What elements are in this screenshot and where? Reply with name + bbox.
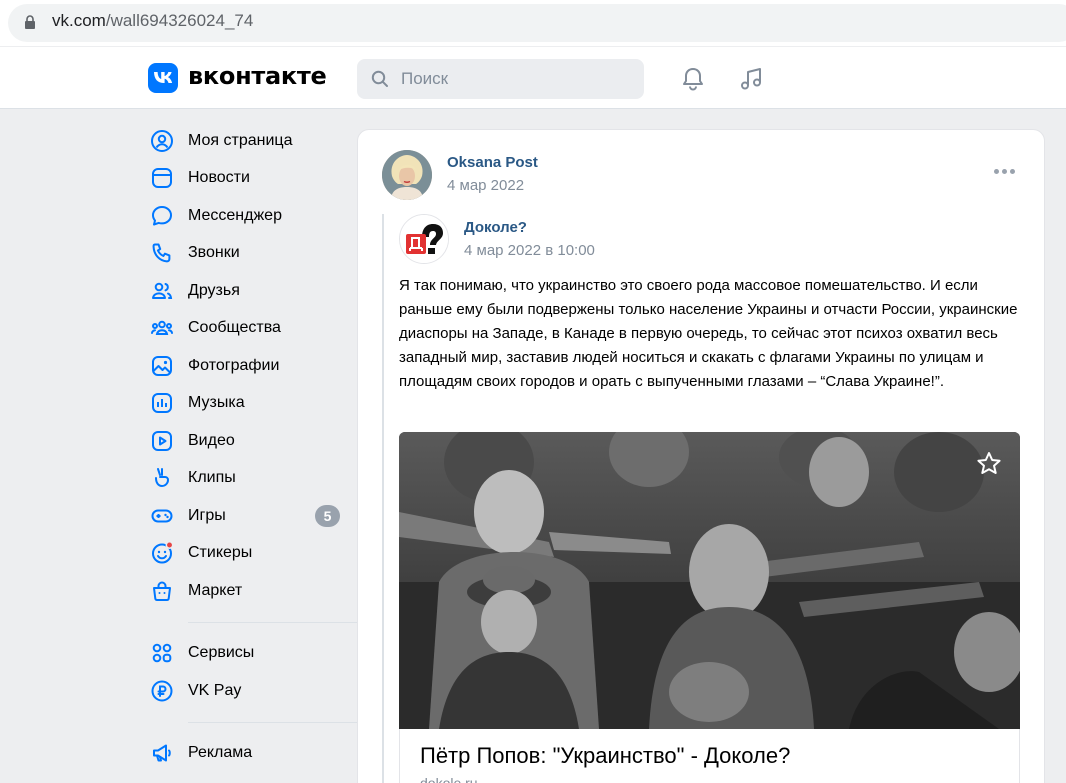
- sidebar-item-news[interactable]: Новости: [148, 160, 348, 198]
- sidebar-item-label: Звонки: [188, 244, 240, 262]
- sidebar-item-photos[interactable]: Фотографии: [148, 347, 348, 385]
- services-icon: [148, 639, 176, 667]
- vk-header: вконтакте: [0, 47, 1066, 109]
- vkpay-icon: [148, 677, 176, 705]
- repost-source-name[interactable]: Доколе?: [464, 219, 527, 236]
- sidebar-item-label: Музыка: [188, 394, 245, 412]
- left-sidebar: Моя страница Новости Мессенджер Звонки Д…: [148, 122, 378, 773]
- wall-post: Oksana Post 4 мар 2022 Доколе? 4 мар 202…: [357, 129, 1045, 783]
- search-input[interactable]: [401, 59, 631, 99]
- star-icon[interactable]: [975, 450, 1003, 478]
- sidebar-item-label: Видео: [188, 431, 235, 449]
- url-text[interactable]: vk.com/wall694326024_74: [52, 11, 253, 31]
- sidebar-item-services[interactable]: Сервисы: [148, 635, 348, 673]
- more-options-icon[interactable]: [994, 166, 1016, 176]
- sidebar-item-label: Сервисы: [188, 644, 255, 662]
- vk-brand-text[interactable]: вконтакте: [188, 62, 327, 90]
- sidebar-divider: [188, 721, 378, 723]
- sidebar-item-label: VK Pay: [188, 681, 242, 699]
- sidebar-item-label: Сообщества: [188, 319, 281, 337]
- sidebar-item-calls[interactable]: Звонки: [148, 235, 348, 273]
- sidebar-item-music[interactable]: Музыка: [148, 385, 348, 423]
- ads-icon: [148, 739, 176, 767]
- sidebar-item-label: Реклама: [188, 744, 253, 762]
- news-icon: [148, 164, 176, 192]
- music-note-icon[interactable]: [738, 65, 766, 93]
- sidebar-item-stickers[interactable]: Стикеры: [148, 535, 348, 573]
- video-icon: [148, 427, 176, 455]
- sidebar-divider: [188, 621, 378, 623]
- sidebar-item-label: Мессенджер: [188, 206, 282, 224]
- search-box[interactable]: [357, 59, 644, 99]
- sidebar-item-clips[interactable]: Клипы: [148, 460, 348, 498]
- sidebar-item-video[interactable]: Видео: [148, 422, 348, 460]
- sidebar-item-vkpay[interactable]: VK Pay: [148, 672, 348, 710]
- post-photo[interactable]: [399, 432, 1020, 729]
- communities-icon: [148, 314, 176, 342]
- sidebar-item-market[interactable]: Маркет: [148, 572, 348, 610]
- sidebar-item-label: Фотографии: [188, 356, 280, 374]
- message-icon: [148, 202, 176, 230]
- sidebar-item-messenger[interactable]: Мессенджер: [148, 197, 348, 235]
- sidebar-item-label: Клипы: [188, 469, 236, 487]
- sidebar-item-label: Новости: [188, 169, 250, 187]
- phone-icon: [148, 239, 176, 267]
- search-icon: [371, 70, 388, 87]
- sidebar-item-games[interactable]: Игры 5: [148, 497, 348, 535]
- link-title[interactable]: Пётр Попов: "Украинство" - Доколе?: [420, 743, 790, 769]
- friends-icon: [148, 277, 176, 305]
- bell-icon[interactable]: [679, 65, 707, 93]
- link-domain: dokole.ru: [420, 775, 478, 783]
- browser-address-bar: vk.com/wall694326024_74: [0, 0, 1066, 46]
- lock-icon: [25, 15, 35, 29]
- sidebar-item-friends[interactable]: Друзья: [148, 272, 348, 310]
- market-icon: [148, 577, 176, 605]
- sidebar-item-label: Моя страница: [188, 131, 293, 149]
- sidebar-item-label: Друзья: [188, 281, 240, 299]
- link-attachment[interactable]: Пётр Попов: "Украинство" - Доколе? dokol…: [399, 729, 1020, 783]
- sidebar-item-communities[interactable]: Сообщества: [148, 310, 348, 348]
- stickers-icon: [148, 539, 176, 567]
- post-date[interactable]: 4 мар 2022: [447, 177, 524, 194]
- games-count-badge: 5: [315, 505, 340, 527]
- author-avatar[interactable]: [382, 150, 432, 200]
- sidebar-item-label: Стикеры: [188, 544, 253, 562]
- sidebar-item-my-page[interactable]: Моя страница: [148, 122, 348, 160]
- url-path: /wall694326024_74: [105, 11, 254, 30]
- repost-source-avatar[interactable]: [399, 214, 449, 264]
- clips-icon: [148, 464, 176, 492]
- sidebar-item-label: Игры: [188, 506, 226, 524]
- games-icon: [148, 502, 176, 530]
- vk-logo-icon[interactable]: [148, 63, 178, 93]
- sidebar-item-ads[interactable]: Реклама: [148, 735, 348, 773]
- repost-date[interactable]: 4 мар 2022 в 10:00: [464, 242, 595, 259]
- user-circle-icon: [148, 127, 176, 155]
- photo-icon: [148, 352, 176, 380]
- post-author-name[interactable]: Oksana Post: [447, 154, 538, 171]
- url-host: vk.com: [52, 11, 106, 30]
- sidebar-item-label: Маркет: [188, 581, 243, 599]
- repost-left-border: [382, 214, 384, 783]
- post-text: Я так понимаю, что украинство это своего…: [399, 277, 1018, 390]
- music-icon: [148, 389, 176, 417]
